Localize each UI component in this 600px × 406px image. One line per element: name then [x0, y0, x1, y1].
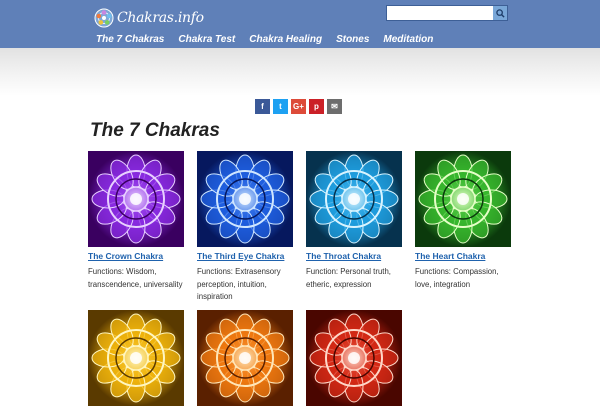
chakra-mandala-image	[197, 310, 293, 406]
site-header: Chakras.info The 7 Chakras Chakra Test C…	[0, 0, 600, 48]
site-logo[interactable]: Chakras.info	[94, 7, 204, 29]
google-plus-icon: G+	[293, 102, 304, 111]
twitter-icon: t	[279, 102, 282, 111]
chakra-functions: Functions: Wisdom, transcendence, univer…	[88, 267, 183, 289]
google-plus-share-button[interactable]: G+	[291, 99, 306, 114]
chakra-card	[88, 310, 186, 406]
chakra-functions: Functions: Compassion, love, integration	[415, 267, 499, 289]
chakra-card: The Heart Chakra Functions: Compassion, l…	[415, 151, 513, 291]
chakra-title-link[interactable]: The Heart Chakra	[415, 251, 513, 261]
chakra-image-link[interactable]	[88, 151, 186, 247]
chakra-logo-icon	[94, 8, 114, 28]
chakra-card	[197, 310, 295, 406]
search-input[interactable]	[387, 9, 491, 24]
email-share-button[interactable]: ✉	[327, 99, 342, 114]
search-icon	[495, 8, 505, 18]
chakra-image-link[interactable]	[415, 151, 513, 247]
email-icon: ✉	[331, 102, 338, 111]
nav-chakra-test[interactable]: Chakra Test	[178, 34, 235, 45]
main-nav: The 7 Chakras Chakra Test Chakra Healing…	[96, 34, 433, 45]
chakra-card: The Throat Chakra Function: Personal trut…	[306, 151, 404, 291]
chakra-image-link[interactable]	[197, 151, 295, 247]
facebook-icon: f	[261, 102, 264, 111]
page-title: The 7 Chakras	[90, 120, 220, 141]
chakra-card: The Crown Chakra Functions: Wisdom, trans…	[88, 151, 186, 291]
chakra-mandala-image	[415, 151, 511, 247]
chakra-image-link[interactable]	[88, 310, 186, 406]
nav-stones[interactable]: Stones	[336, 34, 369, 45]
chakra-image-link[interactable]	[306, 151, 404, 247]
search-button[interactable]	[493, 6, 507, 20]
header-gradient-band	[0, 48, 600, 96]
chakra-mandala-image	[197, 151, 293, 247]
nav-meditation[interactable]: Meditation	[383, 34, 433, 45]
chakra-image-link[interactable]	[197, 310, 295, 406]
chakra-title-link[interactable]: The Crown Chakra	[88, 251, 186, 261]
chakra-mandala-image	[88, 310, 184, 406]
chakra-functions: Function: Personal truth, etheric, expre…	[306, 267, 391, 289]
chakra-mandala-image	[306, 310, 402, 406]
logo-text: Chakras.info	[117, 10, 204, 26]
pinterest-share-button[interactable]: p	[309, 99, 324, 114]
search-box	[386, 5, 508, 24]
chakra-mandala-image	[306, 151, 402, 247]
chakra-title-link[interactable]: The Third Eye Chakra	[197, 251, 295, 261]
chakra-mandala-image	[88, 151, 184, 247]
nav-the-7-chakras[interactable]: The 7 Chakras	[96, 34, 164, 45]
twitter-share-button[interactable]: t	[273, 99, 288, 114]
chakra-card: The Third Eye Chakra Functions: Extrasens…	[197, 151, 295, 304]
chakra-title-link[interactable]: The Throat Chakra	[306, 251, 404, 261]
chakra-card	[306, 310, 404, 406]
facebook-share-button[interactable]: f	[255, 99, 270, 114]
share-buttons: f t G+ p ✉	[255, 99, 342, 114]
chakra-image-link[interactable]	[306, 310, 404, 406]
chakra-functions: Functions: Extrasensory perception, intu…	[197, 267, 281, 301]
pinterest-icon: p	[314, 102, 319, 111]
nav-chakra-healing[interactable]: Chakra Healing	[249, 34, 322, 45]
